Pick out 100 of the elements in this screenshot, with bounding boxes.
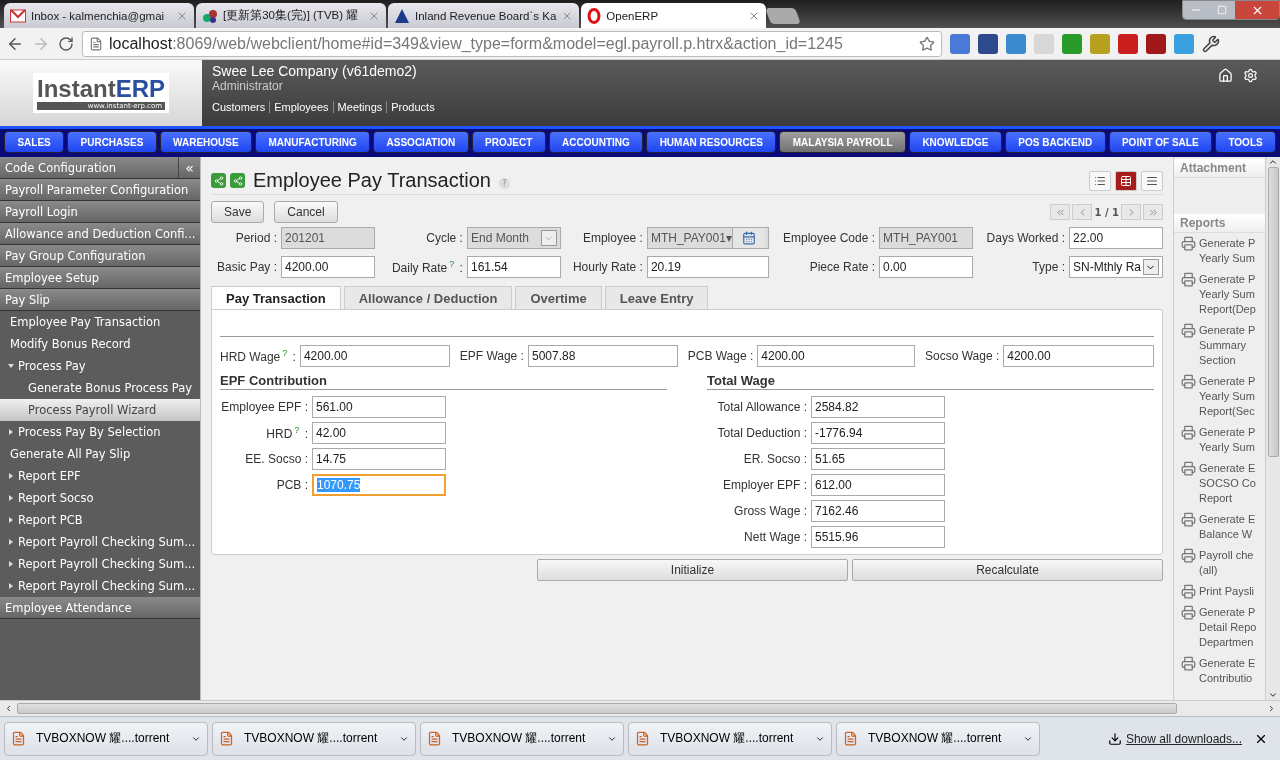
form-tab[interactable]: Allowance / Deduction	[343, 286, 513, 310]
cycle-select[interactable]: End Month	[466, 227, 561, 249]
menu-item[interactable]: Report Socso	[0, 487, 200, 509]
menu-tab[interactable]: ACCOUNTING	[548, 131, 644, 153]
section-header[interactable]: Code Configuration	[0, 157, 178, 179]
shortcut-link[interactable]: Products	[386, 101, 439, 113]
download-item[interactable]: TVBOXNOW 耀....torrent	[212, 721, 416, 756]
readonly-field[interactable]: MTH_PAY001	[879, 227, 974, 249]
field-label: Total Allowance :	[716, 400, 807, 414]
menu-item[interactable]: Generate Bonus Process Pay	[0, 377, 200, 399]
field-label: Hourly Rate :	[571, 260, 643, 274]
menu-item[interactable]: Modify Bonus Record	[0, 333, 200, 355]
address-bar[interactable]: localhost:8069/web/webclient/home#id=349&view_type=form&model=egl.payroll.p.htrx&action_id=1245	[82, 30, 942, 57]
report-link[interactable]: Generate E Balance W	[1199, 512, 1256, 542]
menu-item[interactable]: Process Pay By Selection	[0, 421, 200, 443]
report-link[interactable]: Generate P Yearly Sum Report(Dep	[1199, 272, 1256, 317]
save-button[interactable]: Save	[211, 201, 265, 223]
menu-item[interactable]: Process Payroll Wizard	[0, 399, 200, 421]
download-item[interactable]: TVBOXNOW 耀....torrent	[420, 721, 624, 756]
input-field[interactable]: 4200.00	[299, 345, 450, 367]
report-link[interactable]: Generate P Yearly Sum Report(Sec	[1199, 374, 1256, 419]
employee-field[interactable]: MTH_PAY001▾	[646, 227, 770, 249]
shortcut-link[interactable]: Meetings	[332, 101, 387, 113]
input-field[interactable]: 51.65	[811, 448, 945, 470]
field-label: HRD Wage $^{?}$ :	[220, 348, 296, 364]
menu-item[interactable]: Generate All Pay Slip	[0, 443, 200, 465]
browser-tab[interactable]: OpenERP	[581, 3, 767, 28]
download-item[interactable]: TVBOXNOW 耀....torrent	[628, 721, 832, 756]
show-all-downloads-link[interactable]: Show all downloads...	[1125, 731, 1242, 746]
input-field[interactable]: 161.54	[466, 256, 561, 278]
report-link[interactable]: Generate P Yearly Sum	[1199, 425, 1256, 455]
report-link[interactable]: Generate P Summary Section	[1199, 323, 1256, 368]
section-header[interactable]: Pay Slip	[0, 289, 200, 311]
input-field[interactable]: 42.00	[312, 422, 446, 444]
input-field[interactable]: 0.00	[879, 256, 974, 278]
menu-tab[interactable]: MANUFACTURING	[255, 131, 371, 153]
report-link[interactable]: Print Paysli	[1199, 584, 1255, 599]
section-header[interactable]: Payroll Parameter Configuration	[0, 179, 200, 201]
download-item[interactable]: TVBOXNOW 耀....torrent	[4, 721, 208, 756]
browser-tab[interactable]: [更新第30集(完)] (TVB) 耀	[196, 3, 386, 28]
section-header[interactable]: Pay Group Configuration	[0, 245, 200, 267]
menu-tab[interactable]: MALAYSIA PAYROLL	[779, 131, 906, 153]
input-field[interactable]: 22.00	[1069, 227, 1163, 249]
menu-item[interactable]: Report EPF	[0, 465, 200, 487]
input-field[interactable]: 14.75	[312, 448, 446, 470]
input-field[interactable]: -1776.94	[811, 422, 945, 444]
menu-tab[interactable]: ASSOCIATION	[373, 131, 469, 153]
form-tab[interactable]: Overtime	[515, 286, 602, 310]
readonly-field[interactable]: 201201	[281, 227, 375, 249]
input-field[interactable]: 4200.00	[281, 256, 375, 278]
menu-tab[interactable]: TOOLS	[1215, 131, 1277, 153]
menu-item[interactable]: Report Payroll Checking Sum...	[0, 553, 200, 575]
field-label: Nett Wage :	[743, 530, 807, 544]
report-link[interactable]: Generate P Detail Repo Departmen	[1199, 605, 1257, 650]
input-field[interactable]: 5007.88	[527, 345, 678, 367]
menu-item[interactable]: Report Payroll Checking Sum...	[0, 531, 200, 553]
input-field[interactable]: 4200.00	[1003, 345, 1154, 367]
report-link[interactable]: Generate E Contributio	[1199, 656, 1256, 686]
menu-item[interactable]: Report PCB	[0, 509, 200, 531]
recalculate-button[interactable]: Recalculate	[852, 559, 1163, 581]
cancel-button[interactable]: Cancel	[274, 201, 338, 223]
menu-item[interactable]: Report Payroll Checking Sum...	[0, 575, 200, 597]
menu-item[interactable]: Process Pay	[0, 355, 200, 377]
report-link[interactable]: Generate P Yearly Sum	[1199, 236, 1256, 266]
shortcut-link[interactable]: Employees	[269, 101, 333, 113]
field-label: Employee EPF :	[220, 400, 308, 414]
menu-tab[interactable]: KNOWLEDGE	[909, 131, 1002, 153]
form-tab[interactable]: Leave Entry	[604, 286, 709, 310]
collapse-button[interactable]: «	[178, 157, 200, 179]
download-item[interactable]: TVBOXNOW 耀....torrent	[836, 721, 1040, 756]
input-field[interactable]: 2584.82	[811, 396, 945, 418]
input-field[interactable]: 612.00	[811, 474, 945, 496]
input-field[interactable]: 5515.96	[811, 526, 945, 548]
field-label: Daily Rate $^{?}$ :	[390, 259, 463, 275]
input-field[interactable]: 20.19	[646, 256, 770, 278]
report-link[interactable]: Generate E SOCSO Co Report	[1199, 461, 1256, 506]
menu-item[interactable]: Employee Pay Transaction	[0, 311, 200, 333]
input-field[interactable]: 7162.46	[811, 500, 945, 522]
form-tab[interactable]: Pay Transaction	[211, 286, 341, 310]
section-header[interactable]: Employee Attendance	[0, 597, 200, 619]
menu-tab[interactable]: HUMAN RESOURCES	[646, 131, 777, 153]
section-header[interactable]: Employee Setup	[0, 267, 200, 289]
menu-tab[interactable]: PROJECT	[471, 131, 546, 153]
browser-tab[interactable]: Inland Revenue Board`s Ka	[388, 3, 580, 28]
menu-tab[interactable]: POINT OF SALE	[1108, 131, 1212, 153]
type-select[interactable]: SN-Mthly Ra	[1069, 256, 1163, 278]
report-link[interactable]: Payroll che (all)	[1199, 548, 1254, 578]
input-field[interactable]: 561.00	[312, 396, 446, 418]
section-header[interactable]: Allowance and Deduction Confi...	[0, 223, 200, 245]
menu-tab[interactable]: WAREHOUSE	[159, 131, 253, 153]
initialize-button[interactable]: Initialize	[537, 559, 848, 581]
section-header[interactable]: Payroll Login	[0, 201, 200, 223]
menu-tab[interactable]: POS BACKEND	[1004, 131, 1106, 153]
shortcut-link[interactable]: Customers	[212, 101, 270, 113]
input-field[interactable]: 4200.00	[757, 345, 915, 367]
menu-tab[interactable]: PURCHASES	[67, 131, 157, 153]
field-label: Piece Rate :	[808, 260, 876, 274]
browser-tab[interactable]: Inbox - kalmenchia@gmai	[4, 3, 194, 28]
menu-tab[interactable]: SALES	[4, 131, 65, 153]
field-label: Period :	[234, 231, 277, 245]
